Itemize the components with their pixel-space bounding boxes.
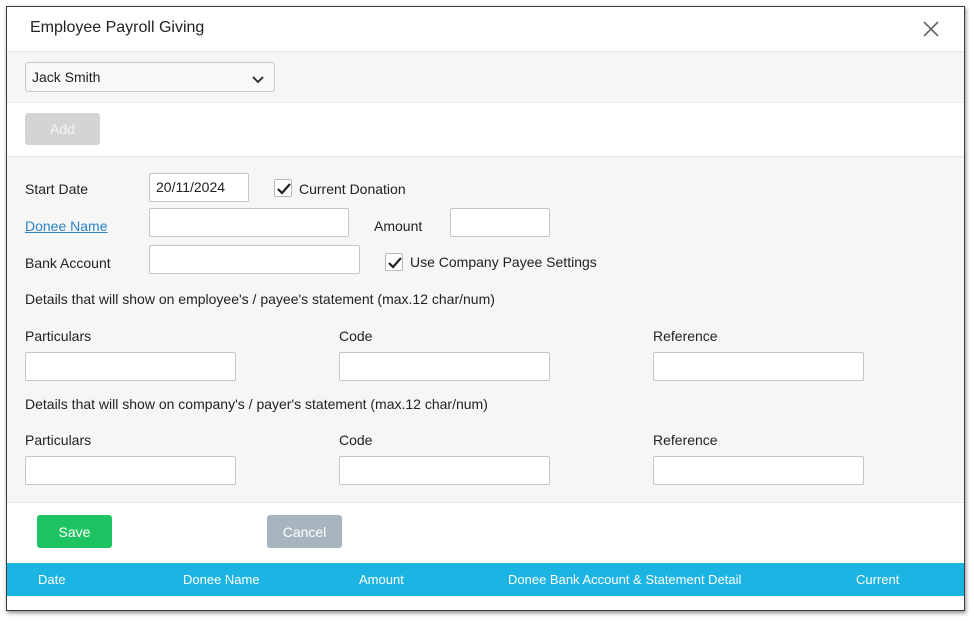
company-reference-label: Reference xyxy=(653,432,718,448)
column-header-bank-account[interactable]: Donee Bank Account & Statement Detail xyxy=(508,572,741,587)
employee-select-value: Jack Smith xyxy=(32,69,101,85)
column-header-current[interactable]: Current xyxy=(856,572,899,587)
use-company-payee-label: Use Company Payee Settings xyxy=(410,254,597,270)
employee-select[interactable]: Jack Smith xyxy=(25,62,275,92)
actions-band xyxy=(7,502,964,564)
start-date-input[interactable]: 20/11/2024 xyxy=(149,173,249,202)
donations-table-header: Date Donee Name Amount Donee Bank Accoun… xyxy=(7,563,964,596)
company-particulars-input[interactable] xyxy=(25,456,236,485)
company-statement-heading: Details that will show on company's / pa… xyxy=(25,396,488,412)
bank-account-label: Bank Account xyxy=(25,255,111,271)
company-code-input[interactable] xyxy=(339,456,550,485)
close-icon[interactable] xyxy=(921,19,941,39)
payroll-giving-dialog: Employee Payroll Giving Jack Smith Add S… xyxy=(6,6,965,611)
employee-statement-heading: Details that will show on employee's / p… xyxy=(25,291,495,307)
checkmark-icon xyxy=(277,183,291,195)
dialog-title: Employee Payroll Giving xyxy=(30,19,205,36)
donee-name-link[interactable]: Donee Name xyxy=(25,218,108,234)
save-button[interactable]: Save xyxy=(37,515,112,548)
donee-name-input[interactable] xyxy=(149,208,349,237)
chevron-down-icon xyxy=(252,72,264,84)
current-donation-label: Current Donation xyxy=(299,181,406,197)
column-header-date[interactable]: Date xyxy=(38,572,65,587)
checkmark-icon xyxy=(388,257,402,269)
use-company-payee-checkbox[interactable] xyxy=(385,253,403,271)
start-date-label: Start Date xyxy=(25,181,89,197)
employee-particulars-input[interactable] xyxy=(25,352,236,381)
amount-label: Amount xyxy=(374,218,423,234)
column-header-donee-name[interactable]: Donee Name xyxy=(183,572,260,587)
bank-account-input[interactable] xyxy=(149,245,360,274)
cancel-button[interactable]: Cancel xyxy=(267,515,342,548)
employee-particulars-label: Particulars xyxy=(25,328,92,344)
add-band xyxy=(7,103,964,157)
employee-reference-input[interactable] xyxy=(653,352,864,381)
amount-input[interactable] xyxy=(450,208,550,237)
employee-code-label: Code xyxy=(339,328,373,344)
company-code-label: Code xyxy=(339,432,373,448)
current-donation-checkbox[interactable] xyxy=(274,179,292,197)
employee-code-input[interactable] xyxy=(339,352,550,381)
column-header-amount[interactable]: Amount xyxy=(359,572,404,587)
company-reference-input[interactable] xyxy=(653,456,864,485)
employee-reference-label: Reference xyxy=(653,328,718,344)
company-particulars-label: Particulars xyxy=(25,432,92,448)
dialog-header: Employee Payroll Giving xyxy=(7,7,964,51)
add-button[interactable]: Add xyxy=(25,113,100,145)
